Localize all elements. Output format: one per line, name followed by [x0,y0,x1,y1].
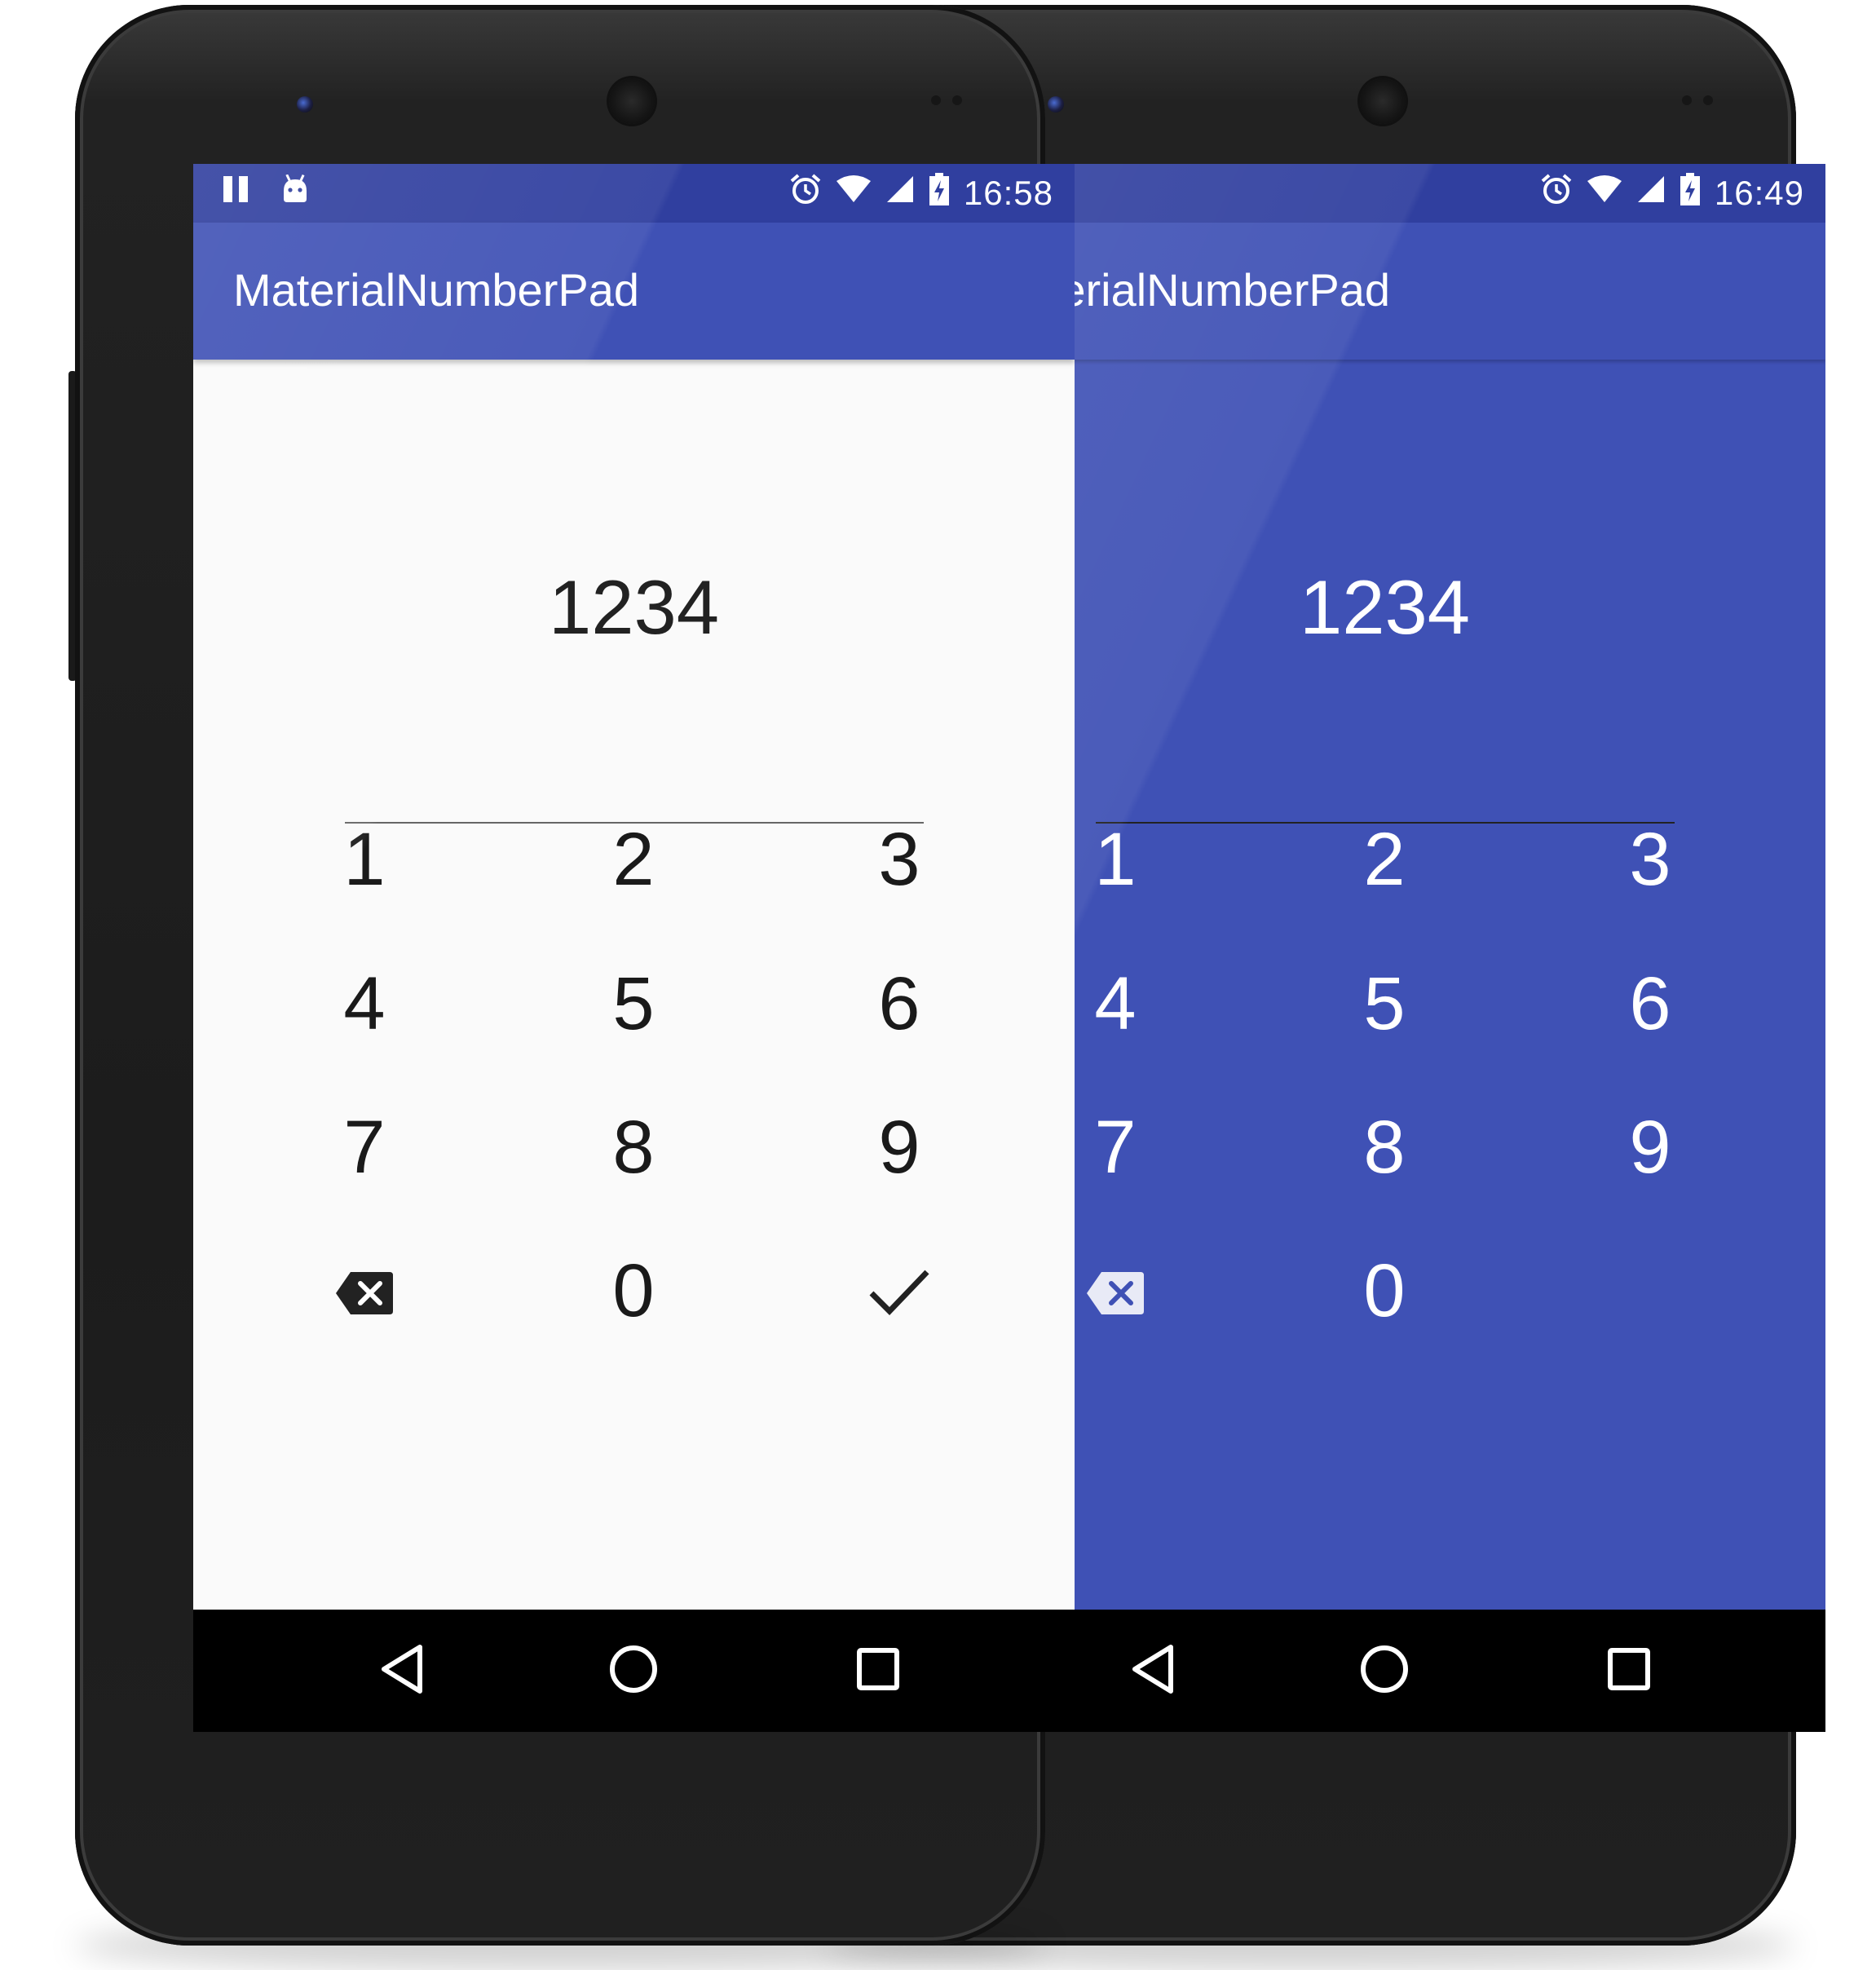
earpiece-speaker [609,78,655,124]
key-9[interactable]: 9 [1569,1086,1732,1208]
recents-icon [855,1646,901,1696]
number-pad-content: 1234 1 2 3 4 5 6 7 8 9 0 [944,360,1825,1610]
key-5[interactable]: 5 [552,943,715,1065]
app-bar: MaterialNumberPad [944,223,1825,360]
confirm-button[interactable] [818,1230,981,1352]
nav-recents-button[interactable] [1595,1637,1663,1705]
pause-icon [222,174,251,212]
screen: 16:58 MaterialNumberPad 1234 1 2 3 4 5 6… [193,164,1075,1732]
number-input-value[interactable]: 1234 [944,563,1825,652]
key-4[interactable]: 4 [283,943,446,1065]
key-0[interactable]: 0 [1303,1230,1466,1352]
status-time: 16:49 [1714,174,1804,212]
backspace-icon [334,1248,395,1334]
status-bar: 16:58 [193,164,1075,223]
cell-signal-icon [885,174,915,212]
nav-home-button[interactable] [1350,1637,1419,1705]
app-title: MaterialNumberPad [233,264,639,316]
alarm-icon [1540,173,1573,214]
key-7[interactable]: 7 [283,1086,446,1208]
home-icon [1358,1643,1410,1699]
proximity-sensors [1682,95,1731,106]
front-camera [297,96,313,113]
key-3[interactable]: 3 [1569,798,1732,921]
backspace-button[interactable] [283,1230,446,1352]
key-3[interactable]: 3 [818,798,981,921]
alarm-icon [789,173,822,214]
home-icon [607,1643,660,1699]
key-6[interactable]: 6 [1569,943,1732,1065]
phone-light-theme: 16:58 MaterialNumberPad 1234 1 2 3 4 5 6… [0,0,1075,1961]
number-pad-content: 1234 1 2 3 4 5 6 7 8 9 0 [193,360,1075,1610]
battery-charging-icon [1680,173,1700,214]
cell-signal-icon [1636,174,1666,212]
key-5[interactable]: 5 [1303,943,1466,1065]
nav-recents-button[interactable] [844,1637,912,1705]
proximity-sensors [931,95,980,106]
recents-icon [1606,1646,1652,1696]
backspace-icon [1085,1248,1145,1334]
key-6[interactable]: 6 [818,943,981,1065]
back-icon [1128,1643,1177,1699]
nav-back-button[interactable] [368,1637,436,1705]
earpiece-speaker [1360,78,1406,124]
nav-back-button[interactable] [1119,1637,1187,1705]
back-icon [377,1643,426,1699]
key-2[interactable]: 2 [1303,798,1466,921]
key-0[interactable]: 0 [552,1230,715,1352]
key-8[interactable]: 8 [552,1086,715,1208]
app-bar: MaterialNumberPad [193,223,1075,360]
check-icon [868,1248,930,1334]
wifi-icon [836,174,871,212]
key-2[interactable]: 2 [552,798,715,921]
phone-body: 16:58 MaterialNumberPad 1234 1 2 3 4 5 6… [75,5,1075,1946]
key-9[interactable]: 9 [818,1086,981,1208]
screen: 16:49 MaterialNumberPad 1234 1 2 3 4 5 6… [944,164,1825,1732]
status-time: 16:58 [963,174,1053,212]
navigation-bar [944,1610,1825,1732]
key-8[interactable]: 8 [1303,1086,1466,1208]
key-1[interactable]: 1 [283,798,446,921]
number-input-value[interactable]: 1234 [193,563,1075,652]
nav-home-button[interactable] [599,1637,668,1705]
navigation-bar [193,1610,1075,1732]
wifi-icon [1587,174,1622,212]
android-debug-icon [280,174,310,212]
battery-charging-icon [929,173,949,214]
status-bar: 16:49 [944,164,1825,223]
